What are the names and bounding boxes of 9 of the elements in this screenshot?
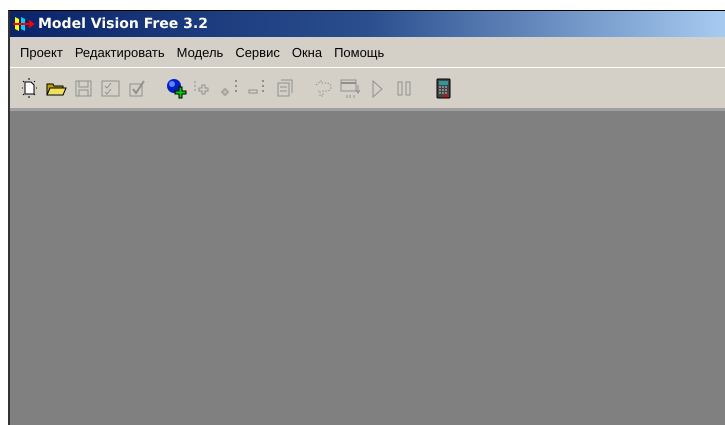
menu-item[interactable]: Сервис: [229, 42, 286, 62]
menu-item[interactable]: Помощь: [328, 42, 390, 62]
app-logo-icon: [13, 15, 35, 33]
menu-item[interactable]: Модель: [170, 42, 230, 62]
globe-plus-icon[interactable]: [165, 76, 188, 100]
menu-item[interactable]: Проект: [14, 42, 69, 62]
window-title: Model Vision Free 3.2: [38, 16, 208, 32]
menu-item[interactable]: Окна: [286, 42, 328, 62]
menu-item[interactable]: Редактировать: [68, 42, 171, 62]
